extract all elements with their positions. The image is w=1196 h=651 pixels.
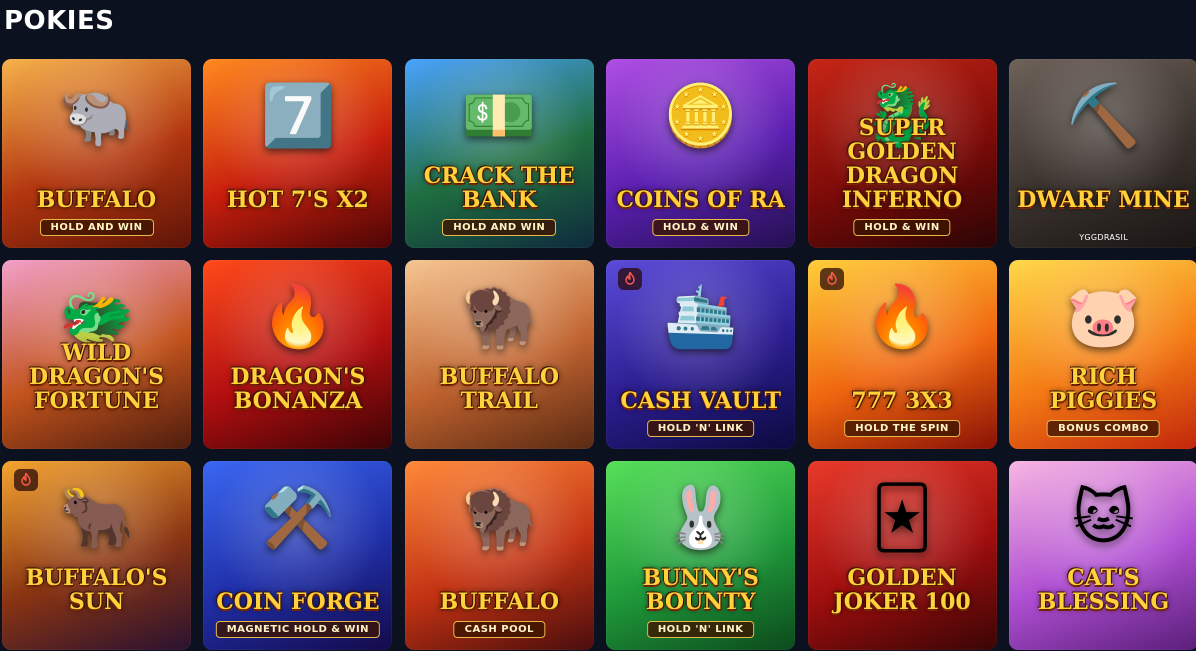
hot-badge	[14, 469, 38, 491]
game-title: DRAGON'S BONANZA	[230, 364, 366, 414]
game-art-icon: 🔥	[260, 281, 336, 352]
game-title: BUFFALO	[36, 187, 157, 213]
game-art-icon: 🐃	[59, 80, 134, 151]
game-title: DWARF MINE	[1017, 187, 1190, 213]
game-feature-tag: HOLD 'N' LINK	[646, 621, 755, 638]
game-title: CASH VAULT	[620, 388, 781, 414]
game-title: 777 3x3	[851, 388, 953, 414]
game-tile[interactable]: 🦬 BUFFALO CASH POOL	[404, 461, 594, 650]
game-tile[interactable]: 🪙 COINS OF RA HOLD & WIN	[606, 59, 796, 248]
game-title: CRACK THE BANK	[423, 163, 575, 213]
game-tile[interactable]: 💵 CRACK THE BANK HOLD AND WIN	[404, 59, 594, 248]
game-art-icon: 🛳️	[663, 281, 739, 352]
game-art-icon: 🦬	[461, 281, 537, 352]
game-art-icon: 💵	[461, 80, 537, 151]
game-art-icon: 🔥	[864, 281, 940, 352]
flame-icon	[826, 272, 837, 285]
game-tile[interactable]: 🐲 WILD DRAGON'S FORTUNE	[2, 260, 191, 449]
flame-icon	[625, 272, 635, 285]
game-title: GOLDEN JOKER 100	[833, 565, 971, 615]
game-tile[interactable]: 🃏 GOLDEN JOKER 100	[807, 461, 997, 650]
section-title: POKIES	[4, 6, 115, 36]
game-tile[interactable]: 🦬 BUFFALO TRAIL	[404, 260, 594, 449]
game-feature-tag: HOLD AND WIN	[442, 219, 557, 236]
game-tile[interactable]: 🐃 BUFFALO HOLD AND WIN	[2, 59, 191, 248]
game-feature-tag: HOLD AND WIN	[39, 219, 154, 236]
game-art-icon: 🐰	[663, 482, 739, 553]
game-feature-tag: HOLD THE SPIN	[844, 420, 960, 437]
game-title: BUFFALO'S SUN	[25, 565, 168, 615]
game-feature-tag: HOLD & WIN	[853, 219, 951, 236]
game-title: HOT 7's x2	[226, 187, 369, 213]
game-title: BUFFALO TRAIL	[439, 364, 559, 414]
game-tile[interactable]: 🐱 CAT'S BLESSING	[1008, 461, 1196, 650]
flame-icon	[21, 473, 31, 486]
game-tile[interactable]: 🐉 Super GOLDEN DRAGON INFERNO HOLD & WIN	[807, 59, 997, 248]
game-title: Super GOLDEN DRAGON INFERNO	[841, 115, 963, 213]
game-tile[interactable]: 🐂 BUFFALO'S SUN	[2, 461, 191, 650]
game-title: COIN FORGE	[216, 589, 380, 615]
provider-logo: YGGDRASIL	[1079, 233, 1128, 242]
game-feature-tag: BONUS COMBO	[1047, 420, 1160, 437]
game-tile[interactable]: 🔥 DRAGON'S BONANZA	[203, 260, 393, 449]
game-tile[interactable]: 🐰 BUNNY'S BOUNTY HOLD 'N' LINK	[606, 461, 796, 650]
game-title: COINS OF RA	[616, 187, 785, 213]
game-tile[interactable]: ⚒️ COIN FORGE MAGNETIC HOLD & WIN	[203, 461, 393, 650]
game-art-icon: 🐂	[59, 482, 134, 553]
game-title: BUFFALO	[439, 589, 559, 615]
game-tile[interactable]: 🛳️ CASH VAULT HOLD 'N' LINK	[606, 260, 796, 449]
game-art-icon: ⛏️	[1066, 80, 1141, 151]
game-title: RICH PIGGIES	[1049, 364, 1158, 414]
game-art-icon: 7️⃣	[260, 80, 336, 151]
game-tile[interactable]: 🐷 RICH PIGGIES BONUS COMBO	[1008, 260, 1196, 449]
game-tile[interactable]: 🔥 777 3x3 HOLD THE SPIN	[807, 260, 997, 449]
game-art-icon: 🐷	[1066, 281, 1141, 352]
game-tile[interactable]: ⛏️ DWARF MINE YGGDRASIL	[1008, 59, 1196, 248]
game-art-icon: 🐲	[59, 281, 134, 352]
game-art-icon: 🪙	[663, 80, 739, 151]
game-grid: 🐃 BUFFALO HOLD AND WIN 7️⃣ HOT 7's x2 💵 CRACK …	[2, 59, 1196, 650]
game-tile[interactable]: 7️⃣ HOT 7's x2	[203, 59, 393, 248]
game-feature-tag: HOLD 'N' LINK	[646, 420, 755, 437]
game-art-icon: 🐱	[1072, 482, 1135, 553]
game-art-icon: ⚒️	[260, 482, 336, 553]
game-title: BUNNY'S BOUNTY	[642, 565, 759, 615]
hot-badge	[618, 268, 643, 290]
game-feature-tag: MAGNETIC HOLD & WIN	[215, 621, 381, 638]
game-art-icon: 🃏	[871, 482, 933, 553]
game-title: CAT'S BLESSING	[1037, 565, 1170, 615]
game-feature-tag: CASH POOL	[453, 621, 545, 638]
hot-badge	[819, 268, 844, 290]
game-art-icon: 🦬	[461, 482, 537, 553]
game-title: WILD DRAGON'S FORTUNE	[28, 340, 165, 414]
game-feature-tag: HOLD & WIN	[651, 219, 750, 236]
